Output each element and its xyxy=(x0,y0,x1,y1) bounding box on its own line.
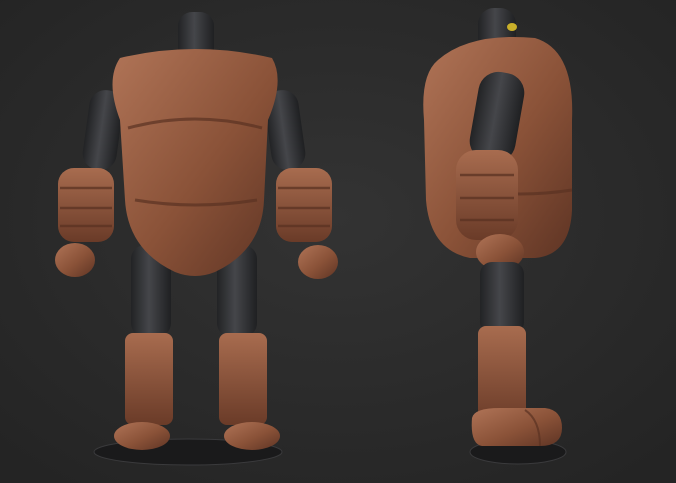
side-bolt-accent xyxy=(507,23,517,31)
front-right-shin xyxy=(219,333,267,425)
front-left-shin xyxy=(125,333,173,425)
front-left-hand xyxy=(55,243,95,277)
robot-render xyxy=(0,0,676,483)
front-right-foot xyxy=(224,422,280,450)
side-thigh xyxy=(480,262,524,334)
render-viewport xyxy=(0,0,676,483)
side-foot xyxy=(471,408,562,446)
front-left-foot xyxy=(114,422,170,450)
front-right-hand xyxy=(298,245,338,279)
